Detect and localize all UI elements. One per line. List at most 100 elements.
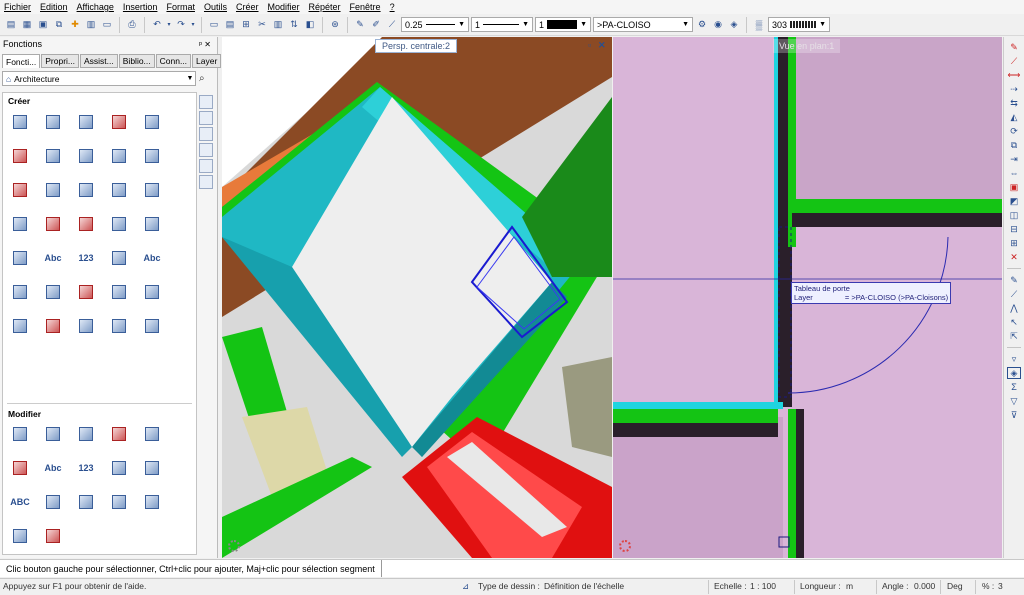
- wall-icon[interactable]: [199, 95, 213, 109]
- create-tool-icon[interactable]: Abc: [143, 249, 161, 267]
- move-icon[interactable]: ⇆: [1007, 97, 1021, 109]
- save-icon[interactable]: ▥: [84, 18, 98, 32]
- brush-icon[interactable]: ✐: [369, 18, 383, 32]
- layer-settings-icon[interactable]: ⚙: [695, 18, 709, 32]
- layer-lock-icon[interactable]: ◈: [727, 18, 741, 32]
- layer-select[interactable]: >PA-CLOISO ▼: [593, 17, 693, 32]
- create-tool-icon[interactable]: [44, 283, 62, 301]
- copy-icon[interactable]: ▤: [223, 18, 237, 32]
- modify-tool-icon[interactable]: Abc: [44, 459, 62, 477]
- create-tool-icon[interactable]: [77, 113, 95, 131]
- plan-viewport[interactable]: Vue en plan:1 Tableau de porte Layer = >…: [613, 37, 1002, 558]
- stretch-icon[interactable]: ⇔: [1007, 167, 1021, 179]
- pen-thickness-select[interactable]: 0.25 ▼: [401, 17, 469, 32]
- divide-icon[interactable]: ◫: [1007, 209, 1021, 221]
- redo-icon[interactable]: ↷: [174, 18, 188, 32]
- navigation-compass-icon[interactable]: [619, 540, 631, 552]
- create-tool-icon[interactable]: [77, 215, 95, 233]
- create-tool-icon[interactable]: [44, 317, 62, 335]
- perspective-title[interactable]: Persp. centrale:2: [375, 39, 458, 53]
- plugin-icon[interactable]: ✚: [68, 18, 82, 32]
- create-tool-icon[interactable]: [110, 317, 128, 335]
- menu-modifier[interactable]: Modifier: [268, 2, 300, 12]
- create-tool-icon[interactable]: [77, 317, 95, 335]
- layer-visibility-icon[interactable]: ◉: [711, 18, 725, 32]
- percent-value[interactable]: 3: [998, 581, 1003, 591]
- menu-fichier[interactable]: Fichier: [4, 2, 31, 12]
- create-tool-icon[interactable]: [110, 283, 128, 301]
- create-tool-icon[interactable]: [11, 317, 29, 335]
- pin-close-icon[interactable]: ᵖ ✕: [199, 40, 211, 49]
- modify-tool-icon[interactable]: [44, 493, 62, 511]
- create-tool-icon[interactable]: [110, 249, 128, 267]
- modify-tool-icon[interactable]: [77, 493, 95, 511]
- create-tool-icon[interactable]: [110, 113, 128, 131]
- perspective-viewport[interactable]: Persp. centrale:2 ▫ ✕: [222, 37, 612, 558]
- drawing-type-icon[interactable]: ⊿: [462, 581, 469, 592]
- create-tool-icon[interactable]: [11, 215, 29, 233]
- modify-tool-icon[interactable]: [44, 425, 62, 443]
- create-tool-icon[interactable]: 123: [77, 249, 95, 267]
- create-tool-icon[interactable]: [77, 147, 95, 165]
- menu-insertion[interactable]: Insertion: [123, 2, 158, 12]
- pick-icon[interactable]: ⇱: [1007, 330, 1021, 342]
- create-tool-icon[interactable]: [143, 317, 161, 335]
- menu-edition[interactable]: Edition: [40, 2, 68, 12]
- create-tool-icon[interactable]: [44, 181, 62, 199]
- modify-tool-icon[interactable]: [110, 459, 128, 477]
- modify-tool-icon[interactable]: [11, 459, 29, 477]
- create-tool-icon[interactable]: [44, 215, 62, 233]
- filter-off-icon[interactable]: ⊽: [1007, 409, 1021, 421]
- create-tool-icon[interactable]: [44, 113, 62, 131]
- create-tool-icon[interactable]: [11, 249, 29, 267]
- open-icon[interactable]: ⧉: [52, 18, 66, 32]
- library-select[interactable]: ⌂ Architecture ▼: [2, 71, 196, 86]
- menu-format[interactable]: Format: [166, 2, 195, 12]
- pipette-icon[interactable]: ⟋: [385, 18, 399, 32]
- tab-assistants[interactable]: Assist...: [80, 54, 118, 68]
- create-tool-icon[interactable]: [11, 283, 29, 301]
- open-project-icon[interactable]: ▦: [20, 18, 34, 32]
- close-icon[interactable]: ✕: [598, 40, 606, 51]
- scale-value[interactable]: 1 : 100: [750, 581, 776, 591]
- modify-tool-icon[interactable]: [11, 425, 29, 443]
- filter-active-icon[interactable]: ◈: [1007, 367, 1021, 379]
- scale-icon[interactable]: ▣: [1007, 181, 1021, 193]
- create-tool-icon[interactable]: Abc: [44, 249, 62, 267]
- create-tool-icon[interactable]: [143, 215, 161, 233]
- modify-tool-icon[interactable]: 123: [77, 459, 95, 477]
- menu-outils[interactable]: Outils: [204, 2, 227, 12]
- flip-icon[interactable]: ⇅: [287, 18, 301, 32]
- create-tool-icon[interactable]: [77, 283, 95, 301]
- create-tool-icon[interactable]: [143, 283, 161, 301]
- layout-icon[interactable]: ▣: [36, 18, 50, 32]
- plan-title[interactable]: Vue en plan:1: [773, 39, 841, 53]
- length-value[interactable]: m: [846, 581, 853, 591]
- new-file-icon[interactable]: ▤: [4, 18, 18, 32]
- filter-select-icon[interactable]: ▿: [1007, 353, 1021, 365]
- create-tool-icon[interactable]: [110, 181, 128, 199]
- tab-layer[interactable]: Layer: [192, 54, 222, 68]
- stair-icon[interactable]: [199, 159, 213, 173]
- create-tool-icon[interactable]: [143, 113, 161, 131]
- menu-fenetre[interactable]: Fenêtre: [350, 2, 381, 12]
- cut-icon[interactable]: ✂: [255, 18, 269, 32]
- modify-tool-icon[interactable]: ABC: [10, 493, 30, 511]
- menu-creer[interactable]: Créer: [236, 2, 259, 12]
- pen-icon[interactable]: ✎: [1007, 274, 1021, 286]
- tab-bibliotheque[interactable]: Biblio...: [118, 54, 155, 68]
- pin-icon[interactable]: ⟋: [1007, 55, 1021, 67]
- create-tool-icon[interactable]: [11, 181, 29, 199]
- modify-tool-icon[interactable]: [143, 459, 161, 477]
- help-icon[interactable]: ⊛: [328, 18, 342, 32]
- extend-icon[interactable]: ⊞: [1007, 237, 1021, 249]
- paste-icon[interactable]: ⊞: [239, 18, 253, 32]
- frame-icon[interactable]: ▭: [207, 18, 221, 32]
- modify-tool-icon[interactable]: [110, 425, 128, 443]
- polyline-icon[interactable]: ⋀: [1007, 302, 1021, 314]
- room-icon[interactable]: [199, 143, 213, 157]
- line-type-select[interactable]: 1 ▼: [471, 17, 533, 32]
- tab-proprietes[interactable]: Propri...: [41, 54, 79, 68]
- modify-tool-icon[interactable]: [143, 493, 161, 511]
- angle-unit[interactable]: Deg: [947, 581, 963, 591]
